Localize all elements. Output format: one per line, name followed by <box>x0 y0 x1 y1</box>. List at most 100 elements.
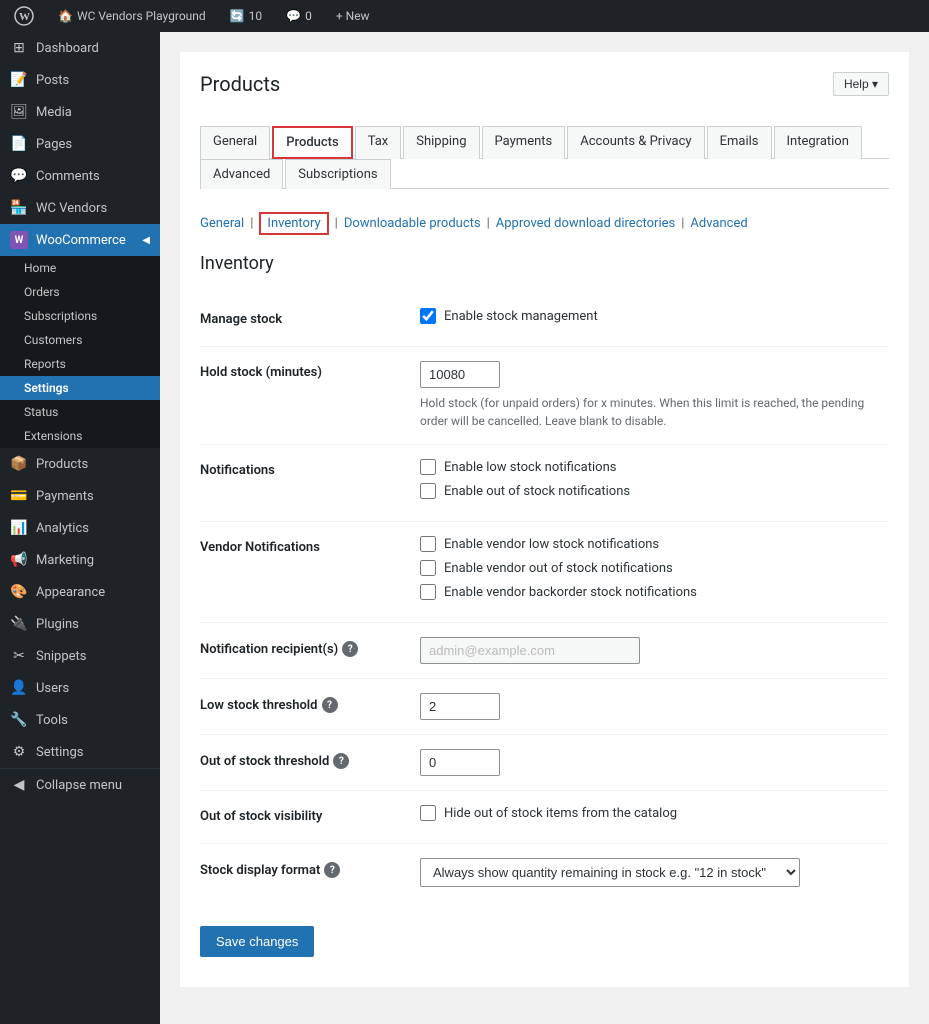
tab-emails[interactable]: Emails <box>707 126 772 159</box>
sidebar-item-label: Appearance <box>36 585 105 600</box>
sidebar-item-products[interactable]: 📦 Products <box>0 448 160 480</box>
wc-vendors-icon: 🏪 <box>10 199 28 217</box>
sidebar-item-appearance[interactable]: 🎨 Appearance <box>0 576 160 608</box>
low-stock-checkbox-row: Enable low stock notifications <box>420 459 889 475</box>
subnav-inventory[interactable]: Inventory <box>259 212 328 235</box>
sidebar-item-analytics[interactable]: 📊 Analytics <box>0 512 160 544</box>
sidebar-item-media[interactable]: 🖼 Media <box>0 96 160 128</box>
new-content-link[interactable]: + New <box>330 0 376 32</box>
low-stock-threshold-label-cell: Low stock threshold ? <box>200 679 420 735</box>
sidebar-item-pages[interactable]: 📄 Pages <box>0 128 160 160</box>
sidebar-item-posts[interactable]: 📝 Posts <box>0 64 160 96</box>
sidebar-item-plugins[interactable]: 🔌 Plugins <box>0 608 160 640</box>
media-icon: 🖼 <box>10 103 28 121</box>
tab-subscriptions[interactable]: Subscriptions <box>285 159 390 189</box>
sidebar-item-woocommerce[interactable]: W WooCommerce ◀ <box>0 224 160 256</box>
updates-link[interactable]: 🔄 10 <box>224 0 268 32</box>
site-name[interactable]: 🏠 WC Vendors Playground <box>52 0 212 32</box>
sidebar-item-home[interactable]: Home <box>0 256 160 280</box>
tab-payments[interactable]: Payments <box>482 126 566 159</box>
sidebar-item-marketing[interactable]: 📢 Marketing <box>0 544 160 576</box>
stock-display-format-label-cell: Stock display format ? <box>200 844 420 902</box>
vendor-backorder-label[interactable]: Enable vendor backorder stock notificati… <box>444 585 697 600</box>
help-button[interactable]: Help ▾ <box>833 72 889 96</box>
sidebar-item-wc-vendors[interactable]: 🏪 WC Vendors <box>0 192 160 224</box>
vendor-out-of-stock-label[interactable]: Enable vendor out of stock notifications <box>444 561 673 576</box>
subnav-general[interactable]: General <box>200 216 244 231</box>
out-of-stock-threshold-input[interactable] <box>420 749 500 776</box>
sidebar-item-settings[interactable]: Settings <box>0 376 160 400</box>
vendor-low-stock-label[interactable]: Enable vendor low stock notifications <box>444 537 659 552</box>
sidebar-item-subscriptions[interactable]: Subscriptions <box>0 304 160 328</box>
low-stock-notification-label[interactable]: Enable low stock notifications <box>444 460 616 475</box>
stock-display-format-help-icon[interactable]: ? <box>324 862 340 878</box>
subnav-sep2: | <box>329 216 344 231</box>
stock-display-format-select[interactable]: Always show quantity remaining in stock … <box>420 858 800 887</box>
enable-stock-label[interactable]: Enable stock management <box>444 309 598 324</box>
subnav-sep1: | <box>244 216 259 231</box>
subnav-sep3: | <box>481 216 496 231</box>
low-stock-notification-checkbox[interactable] <box>420 459 436 475</box>
tab-accounts-privacy[interactable]: Accounts & Privacy <box>567 126 704 159</box>
settings-sub-label: Settings <box>24 381 69 395</box>
sidebar-item-status[interactable]: Status <box>0 400 160 424</box>
subnav-downloadable[interactable]: Downloadable products <box>344 216 481 231</box>
subnav-approved-dirs[interactable]: Approved download directories <box>496 216 675 231</box>
hold-stock-label: Hold stock (minutes) <box>200 347 420 445</box>
sidebar-item-collapse[interactable]: ◀ Collapse menu <box>0 768 160 801</box>
sub-navigation: General | Inventory | Downloadable produ… <box>200 204 889 243</box>
notification-recipient-help-icon[interactable]: ? <box>342 641 358 657</box>
snippets-icon: ✂ <box>10 647 28 665</box>
hold-stock-input[interactable] <box>420 361 500 388</box>
low-stock-threshold-help-icon[interactable]: ? <box>322 697 338 713</box>
out-of-stock-threshold-help-icon[interactable]: ? <box>333 753 349 769</box>
sidebar-item-settings-bottom[interactable]: ⚙ Settings <box>0 736 160 768</box>
sidebar-item-dashboard[interactable]: ⊞ Dashboard <box>0 32 160 64</box>
wp-logo-link[interactable]: W <box>8 0 40 32</box>
form-actions: Save changes <box>200 926 889 957</box>
main-content: Products Help ▾ General Products Tax Shi… <box>160 32 929 1024</box>
vendor-low-stock-checkbox[interactable] <box>420 536 436 552</box>
notification-recipient-input[interactable] <box>420 637 640 664</box>
sidebar-item-label: Analytics <box>36 521 89 536</box>
sidebar-item-reports[interactable]: Reports <box>0 352 160 376</box>
sidebar-item-label: WooCommerce <box>36 233 126 248</box>
woocommerce-icon: W <box>10 231 28 249</box>
dashboard-icon: ⊞ <box>10 39 28 57</box>
house-icon: 🏠 <box>58 9 73 23</box>
hide-out-of-stock-label[interactable]: Hide out of stock items from the catalog <box>444 806 677 821</box>
sidebar-item-comments[interactable]: 💬 Comments <box>0 160 160 192</box>
vendor-out-of-stock-checkbox[interactable] <box>420 560 436 576</box>
sidebar-item-label: Settings <box>36 745 83 760</box>
comments-link[interactable]: 💬 0 <box>280 0 318 32</box>
tab-shipping[interactable]: Shipping <box>403 126 479 159</box>
appearance-icon: 🎨 <box>10 583 28 601</box>
sidebar-item-payments[interactable]: 💳 Payments <box>0 480 160 512</box>
sidebar-item-extensions[interactable]: Extensions <box>0 424 160 448</box>
hide-out-of-stock-checkbox[interactable] <box>420 805 436 821</box>
manage-stock-field: Enable stock management <box>420 294 889 347</box>
hold-stock-field: Hold stock (for unpaid orders) for x min… <box>420 347 889 445</box>
sidebar-item-snippets[interactable]: ✂ Snippets <box>0 640 160 672</box>
sidebar-item-label: Products <box>36 457 88 472</box>
tab-integration[interactable]: Integration <box>774 126 862 159</box>
sidebar-item-tools[interactable]: 🔧 Tools <box>0 704 160 736</box>
tab-general[interactable]: General <box>200 126 270 159</box>
notifications-label: Notifications <box>200 445 420 522</box>
low-stock-threshold-input[interactable] <box>420 693 500 720</box>
tab-advanced[interactable]: Advanced <box>200 159 283 189</box>
sidebar-item-orders[interactable]: Orders <box>0 280 160 304</box>
tab-tax[interactable]: Tax <box>355 126 402 159</box>
pages-icon: 📄 <box>10 135 28 153</box>
subnav-advanced[interactable]: Advanced <box>690 216 747 231</box>
save-changes-button[interactable]: Save changes <box>200 926 314 957</box>
enable-stock-checkbox[interactable] <box>420 308 436 324</box>
tab-products[interactable]: Products <box>272 126 352 159</box>
vendor-backorder-checkbox[interactable] <box>420 584 436 600</box>
notification-recipient-field <box>420 623 889 679</box>
sidebar-item-users[interactable]: 👤 Users <box>0 672 160 704</box>
sidebar-item-customers[interactable]: Customers <box>0 328 160 352</box>
out-of-stock-notification-label[interactable]: Enable out of stock notifications <box>444 484 630 499</box>
out-of-stock-notification-checkbox[interactable] <box>420 483 436 499</box>
woo-collapse-icon: ◀ <box>142 235 150 246</box>
